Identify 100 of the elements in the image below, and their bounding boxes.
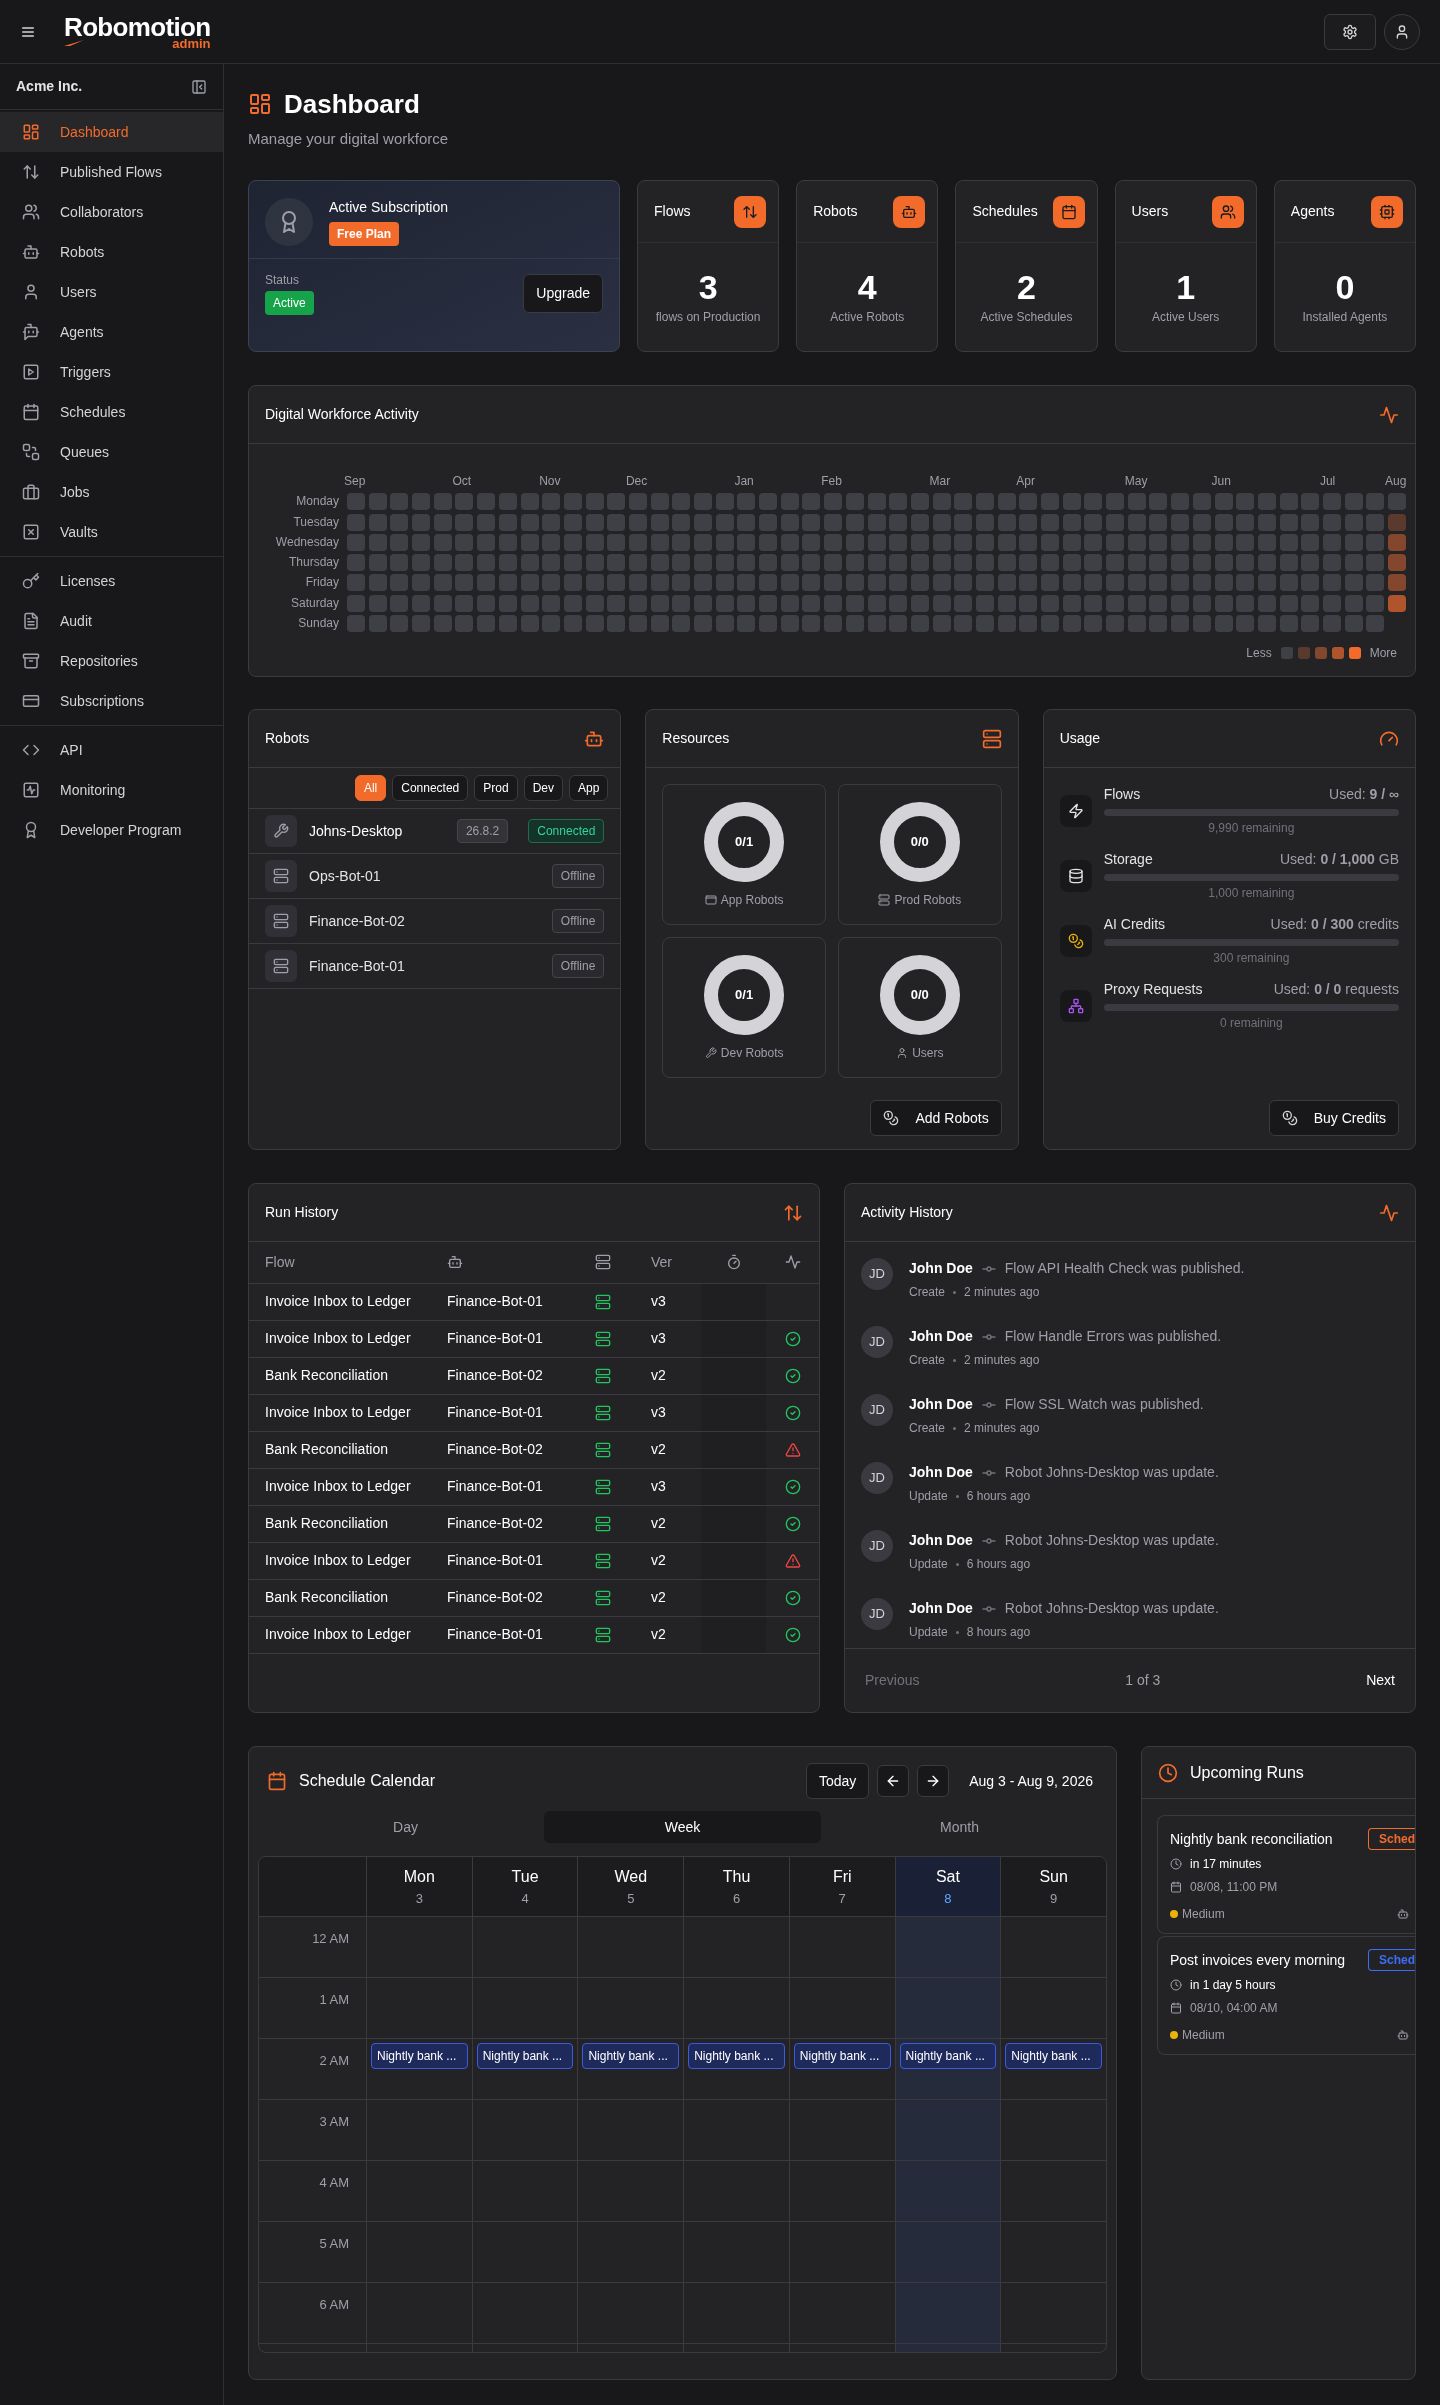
- sidebar-item[interactable]: Jobs: [0, 472, 223, 512]
- calendar-cell[interactable]: [471, 1978, 578, 2039]
- calendar-cell[interactable]: [366, 1978, 472, 2039]
- sidebar-item[interactable]: Developer Program: [0, 810, 223, 850]
- calendar-cell[interactable]: [366, 2161, 472, 2222]
- next-button[interactable]: Next: [1366, 1670, 1395, 1691]
- user-button[interactable]: [1384, 13, 1420, 50]
- calendar-cell[interactable]: [577, 2161, 684, 2222]
- calendar-cell[interactable]: [683, 2100, 789, 2161]
- calendar-cell[interactable]: [1000, 1917, 1106, 1978]
- event-chip[interactable]: Nightly bank ...: [793, 2043, 891, 2069]
- next-week-button[interactable]: [917, 1765, 950, 1797]
- calendar-cell[interactable]: [577, 2100, 684, 2161]
- sidebar-item[interactable]: Collaborators: [0, 192, 223, 232]
- calendar-cell[interactable]: [788, 2100, 895, 2161]
- calendar-cell[interactable]: [894, 2161, 1001, 2222]
- day-header[interactable]: Thu 6: [683, 1857, 789, 1917]
- filter-chip[interactable]: App: [568, 775, 609, 801]
- event-chip[interactable]: Nightly bank ...: [371, 2043, 468, 2069]
- calendar-cell[interactable]: [788, 1917, 895, 1978]
- event-chip[interactable]: Nightly bank ...: [582, 2043, 680, 2069]
- calendar-cell[interactable]: [366, 2100, 472, 2161]
- buy-credits-button[interactable]: Buy Credits: [1268, 1100, 1399, 1136]
- sidebar-item[interactable]: Dashboard: [0, 112, 223, 152]
- calendar-cell[interactable]: [471, 2161, 578, 2222]
- event-chip[interactable]: Nightly bank ...: [688, 2043, 785, 2069]
- calendar-cell[interactable]: Nightly bank ...: [577, 2039, 684, 2100]
- sidebar-item[interactable]: Schedules: [0, 392, 223, 432]
- calendar-cell[interactable]: [894, 2100, 1001, 2161]
- day-header[interactable]: Sun 9: [1000, 1857, 1106, 1917]
- calendar-cell[interactable]: Nightly bank ...: [894, 2039, 1001, 2100]
- calendar-cell[interactable]: Nightly bank ...: [471, 2039, 578, 2100]
- settings-button[interactable]: [1324, 13, 1376, 50]
- calendar-cell[interactable]: [366, 1917, 472, 1978]
- calendar-cell[interactable]: [471, 2222, 578, 2283]
- calendar-cell[interactable]: Nightly bank ...: [788, 2039, 895, 2100]
- day-header[interactable]: Fri 7: [788, 1857, 895, 1917]
- sidebar-item[interactable]: Robots: [0, 232, 223, 272]
- calendar-cell[interactable]: [894, 2222, 1001, 2283]
- sidebar-item[interactable]: Published Flows: [0, 152, 223, 192]
- calendar-cell[interactable]: Nightly bank ...: [366, 2039, 472, 2100]
- calendar-cell[interactable]: [894, 1978, 1001, 2039]
- calendar-cell[interactable]: Nightly bank ...: [683, 2039, 789, 2100]
- calendar-cell[interactable]: [471, 2283, 578, 2344]
- sidebar-item[interactable]: Licenses: [0, 561, 223, 601]
- calendar-cell[interactable]: [788, 2222, 895, 2283]
- view-tab[interactable]: Month: [821, 1811, 1098, 1843]
- calendar-cell[interactable]: [788, 2283, 895, 2344]
- sidebar-item[interactable]: Repositories: [0, 641, 223, 681]
- calendar-cell[interactable]: [894, 1917, 1001, 1978]
- calendar-cell[interactable]: [1000, 2100, 1106, 2161]
- upgrade-button[interactable]: Upgrade: [523, 273, 603, 313]
- sidebar-item[interactable]: Monitoring: [0, 770, 223, 810]
- day-header[interactable]: Wed 5: [577, 1857, 684, 1917]
- event-chip[interactable]: Nightly bank ...: [1005, 2043, 1102, 2069]
- calendar-cell[interactable]: [683, 1917, 789, 1978]
- calendar-cell[interactable]: [1000, 2222, 1106, 2283]
- calendar-cell[interactable]: [788, 1978, 895, 2039]
- today-button[interactable]: Today: [805, 1763, 870, 1799]
- calendar-cell[interactable]: [471, 1917, 578, 1978]
- previous-week-button[interactable]: [877, 1765, 910, 1797]
- robot-row[interactable]: Johns-Desktop 26.8.2 Connected: [249, 809, 621, 854]
- calendar-cell[interactable]: [683, 2283, 789, 2344]
- event-chip[interactable]: Nightly bank ...: [476, 2043, 574, 2069]
- calendar-cell[interactable]: [366, 2283, 472, 2344]
- view-tab[interactable]: Day: [267, 1811, 544, 1843]
- add-robots-button[interactable]: Add Robots: [870, 1100, 1002, 1136]
- day-header[interactable]: Mon 3: [366, 1857, 472, 1917]
- sidebar-item[interactable]: API: [0, 730, 223, 770]
- calendar-cell[interactable]: [1000, 2161, 1106, 2222]
- calendar-cell[interactable]: [577, 2283, 684, 2344]
- robot-row[interactable]: Ops-Bot-01 Offline: [249, 854, 621, 899]
- calendar-cell[interactable]: [1000, 1978, 1106, 2039]
- sidebar-item[interactable]: Users: [0, 272, 223, 312]
- view-tab[interactable]: Week: [544, 1811, 821, 1843]
- collapse-icon[interactable]: [191, 78, 207, 95]
- day-header[interactable]: Tue 4: [471, 1857, 578, 1917]
- calendar-cell[interactable]: [471, 2100, 578, 2161]
- filter-chip[interactable]: Prod: [474, 775, 518, 801]
- sidebar-item[interactable]: Triggers: [0, 352, 223, 392]
- calendar-cell[interactable]: [577, 1917, 684, 1978]
- run-card[interactable]: Nightly bank reconciliation Sched in 17 minutes 08/08, 11:00 PM Medium: [1157, 1815, 1415, 1934]
- robot-row[interactable]: Finance-Bot-02 Offline: [249, 899, 621, 944]
- event-chip[interactable]: Nightly bank ...: [899, 2043, 997, 2069]
- calendar-cell[interactable]: [788, 2161, 895, 2222]
- filter-chip[interactable]: Dev: [523, 775, 563, 801]
- sidebar-item[interactable]: Audit: [0, 601, 223, 641]
- robot-row[interactable]: Finance-Bot-01 Offline: [249, 944, 621, 989]
- sidebar-item[interactable]: Subscriptions: [0, 681, 223, 721]
- calendar-cell[interactable]: [366, 2222, 472, 2283]
- calendar-cell[interactable]: [577, 1978, 684, 2039]
- day-header[interactable]: Sat 8: [894, 1857, 1001, 1917]
- calendar-cell[interactable]: [683, 2161, 789, 2222]
- calendar-cell[interactable]: Nightly bank ...: [1000, 2039, 1106, 2100]
- calendar-cell[interactable]: [894, 2283, 1001, 2344]
- filter-chip[interactable]: Connected: [392, 775, 469, 801]
- calendar-cell[interactable]: [683, 2222, 789, 2283]
- sidebar-item[interactable]: Vaults: [0, 512, 223, 552]
- calendar-cell[interactable]: [577, 2222, 684, 2283]
- calendar-cell[interactable]: [1000, 2283, 1106, 2344]
